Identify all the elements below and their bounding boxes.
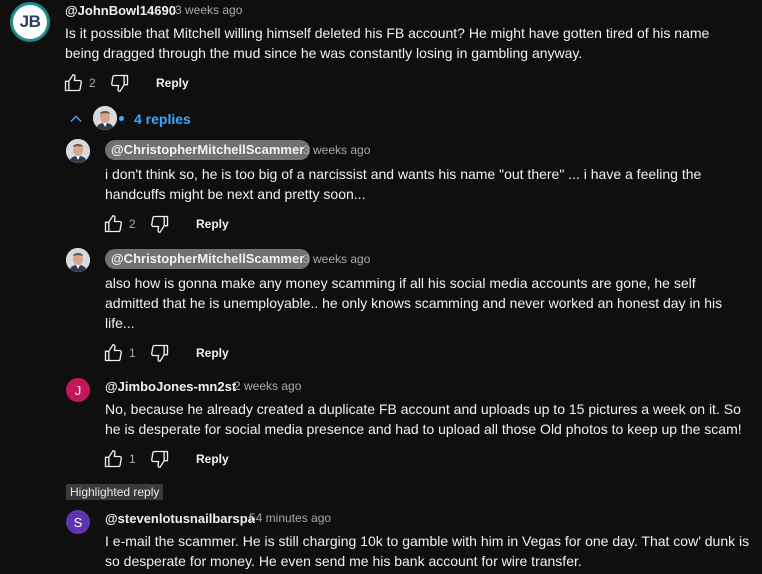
- comment-time[interactable]: 3 weeks ago: [303, 143, 370, 157]
- avatar[interactable]: S: [66, 510, 90, 534]
- thumbs-down-icon[interactable]: [150, 214, 170, 234]
- thumbs-down-icon[interactable]: [110, 73, 130, 93]
- avatar[interactable]: [66, 248, 90, 272]
- thumbs-down-icon[interactable]: [150, 449, 170, 469]
- reply-button[interactable]: Reply: [196, 346, 229, 360]
- comment-thread: JB @JohnBowl14690 3 weeks ago Is it poss…: [0, 0, 762, 574]
- like-count: 2: [89, 76, 96, 90]
- thumbs-up-icon[interactable]: [103, 214, 123, 234]
- thumbs-up-icon[interactable]: [103, 449, 123, 469]
- comment-time[interactable]: 3 weeks ago: [175, 3, 242, 17]
- comment-text: i don't think so, he is too big of a nar…: [105, 166, 702, 202]
- avatar: [93, 106, 117, 130]
- comment-text: No, because he already created a duplica…: [105, 401, 742, 437]
- avatar-letter: S: [73, 514, 83, 530]
- replies-toggle[interactable]: 4 replies: [134, 111, 191, 127]
- comment-author[interactable]: @ChristopherMitchellScammer: [105, 249, 311, 269]
- comment-author[interactable]: @JimboJones-mn2st: [105, 379, 236, 394]
- reply-button[interactable]: Reply: [196, 452, 229, 466]
- comment-time[interactable]: 2 weeks ago: [234, 379, 301, 393]
- thumbs-down-icon[interactable]: [150, 343, 170, 363]
- comment-time[interactable]: 54 minutes ago: [249, 511, 331, 525]
- comment-text: also how is gonna make any money scammin…: [105, 275, 723, 331]
- like-count: 1: [129, 346, 136, 360]
- comment-author[interactable]: @ChristopherMitchellScammer: [105, 140, 311, 160]
- avatar[interactable]: JB: [10, 2, 50, 42]
- comment-text: Is it possible that Mitchell willing him…: [65, 25, 710, 61]
- comment-time[interactable]: 3 weeks ago: [303, 252, 370, 266]
- avatar[interactable]: J: [66, 378, 90, 402]
- comment-author[interactable]: @stevenlotusnailbarspa: [105, 511, 255, 526]
- reply-button[interactable]: Reply: [196, 217, 229, 231]
- chevron-up-icon[interactable]: [67, 111, 85, 127]
- highlighted-reply-badge: Highlighted reply: [66, 484, 164, 500]
- reply-button[interactable]: Reply: [156, 76, 189, 90]
- like-count: 2: [129, 217, 136, 231]
- avatar-initials: JB: [19, 12, 41, 31]
- comment-author[interactable]: @JohnBowl14690: [65, 3, 176, 18]
- avatar[interactable]: [66, 139, 90, 163]
- thumbs-up-icon[interactable]: [63, 73, 83, 93]
- like-count: 1: [129, 452, 136, 466]
- comment-text: I e-mail the scammer. He is still chargi…: [105, 533, 750, 569]
- unread-dot: [119, 116, 124, 121]
- avatar-letter: J: [74, 382, 82, 398]
- thumbs-up-icon[interactable]: [103, 343, 123, 363]
